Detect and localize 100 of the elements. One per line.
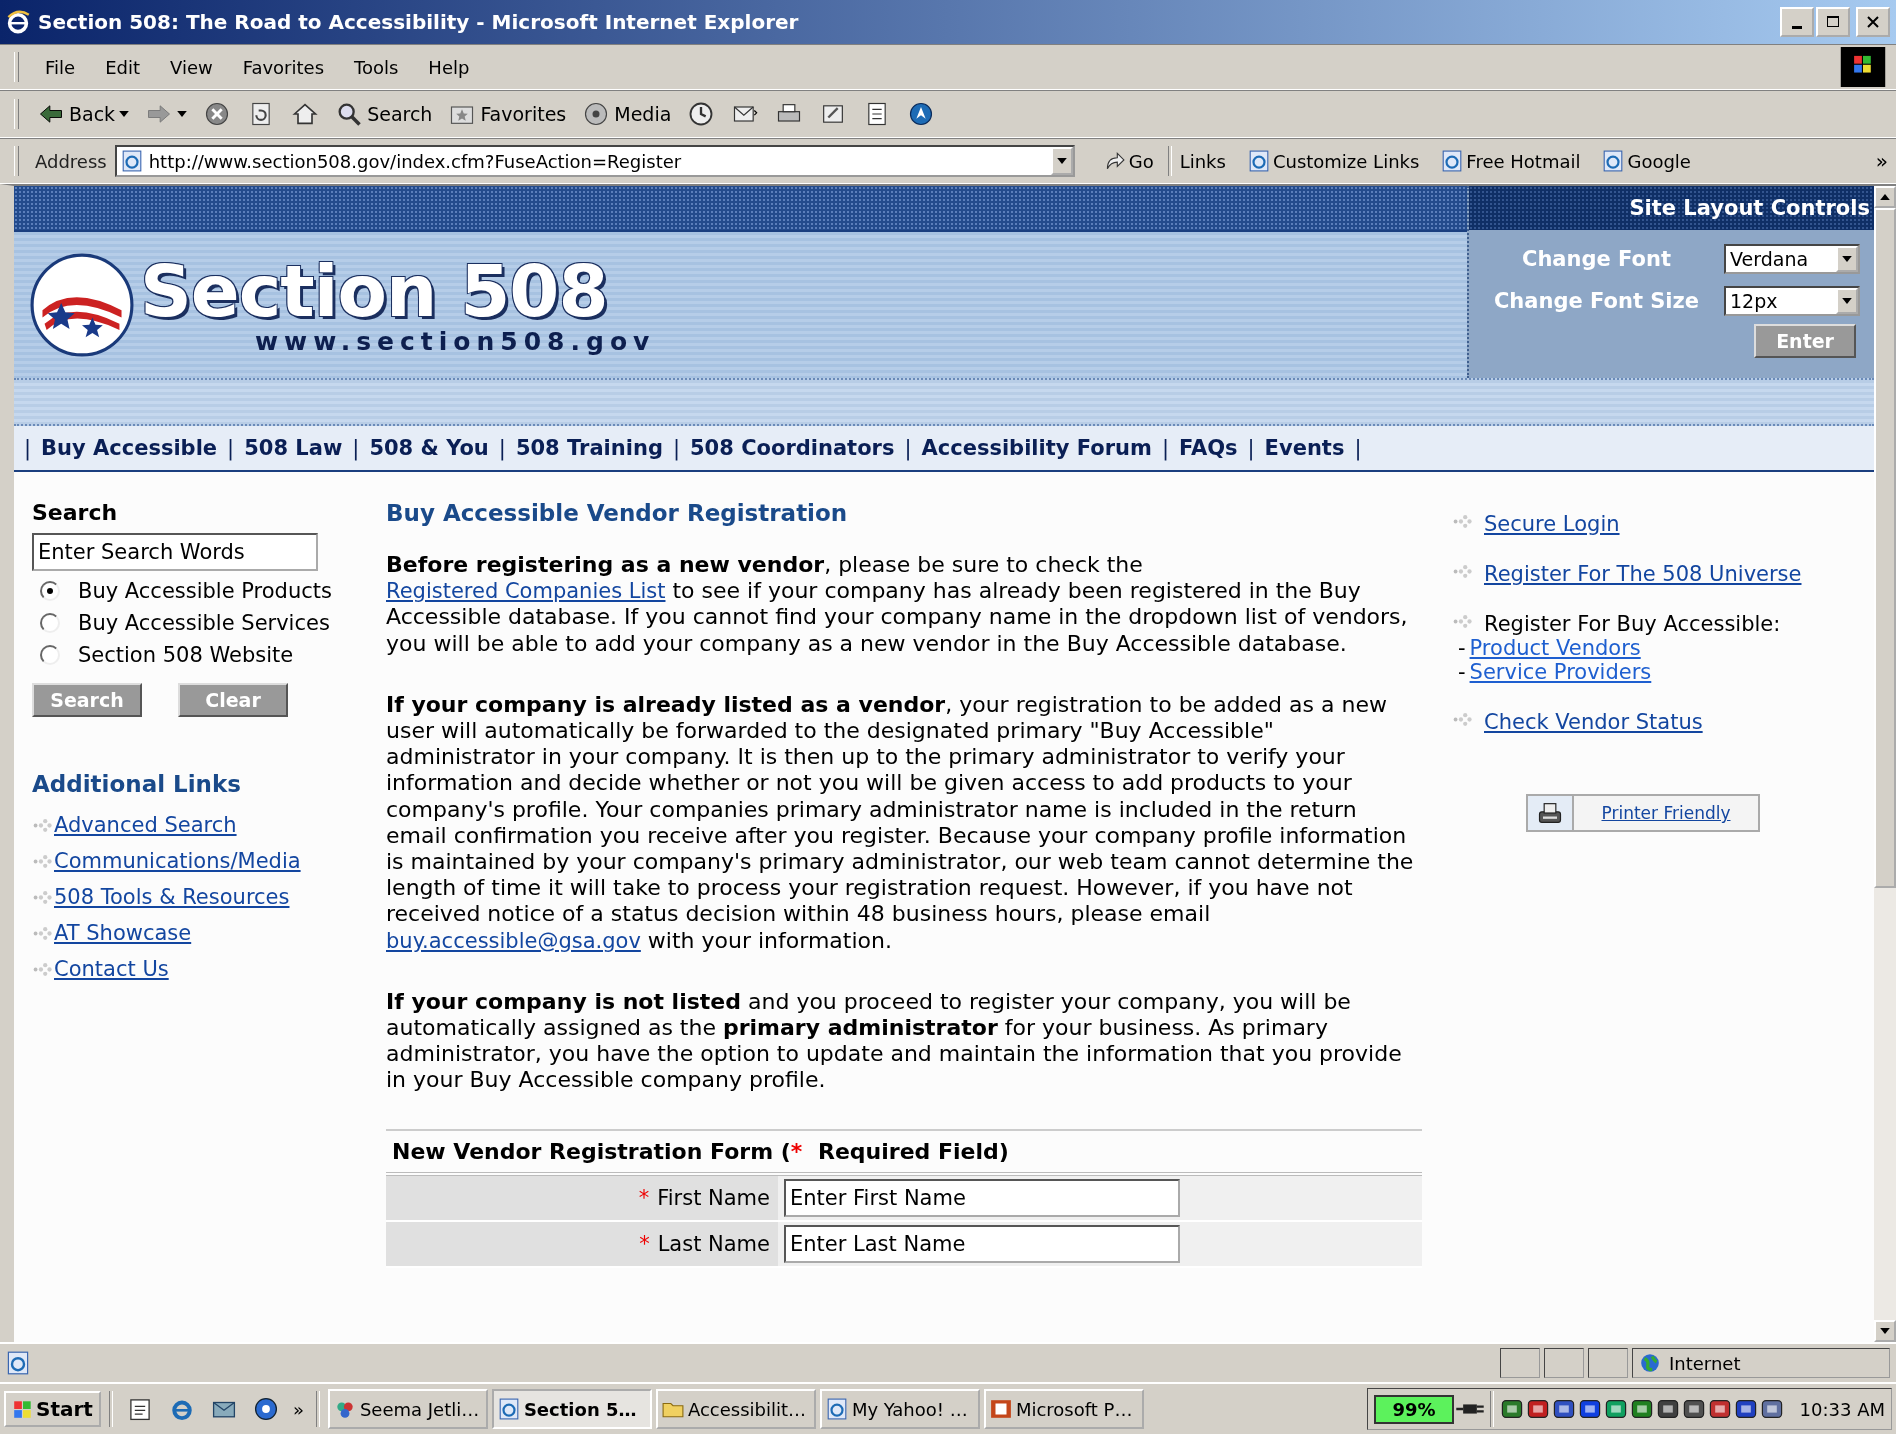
menu-item[interactable]: Edit <box>93 53 152 81</box>
nav-link[interactable]: 508 Coordinators <box>690 436 895 460</box>
separator: | <box>352 436 360 460</box>
side-link[interactable]: Secure Login <box>1484 512 1620 536</box>
text-field[interactable]: Enter First Name <box>784 1178 1180 1217</box>
taskbar-button[interactable]: Accessibilit… <box>655 1389 816 1429</box>
go-button[interactable]: Go <box>1096 150 1160 172</box>
bullet-icon <box>1452 514 1472 529</box>
side-link[interactable]: Product Vendors <box>1469 636 1641 660</box>
inline-link[interactable]: Registered Companies List <box>386 579 666 604</box>
tray-icon[interactable] <box>1733 1397 1758 1421</box>
side-link[interactable]: Service Providers <box>1469 660 1652 684</box>
dropdown-button[interactable] <box>1050 147 1073 175</box>
favorites-button[interactable]: Favorites <box>442 98 573 130</box>
media-button[interactable]: Media <box>576 98 678 130</box>
bullet-icon <box>32 889 52 905</box>
search-button[interactable]: Search <box>329 98 439 130</box>
nav-link[interactable]: Events <box>1264 436 1345 460</box>
taskbar-button[interactable]: Section 5… <box>491 1389 652 1429</box>
nav-link[interactable]: 508 Law <box>244 436 343 460</box>
nav-link[interactable]: 508 Training <box>515 436 663 460</box>
nav-link[interactable]: Buy Accessible <box>41 436 218 460</box>
menu-item[interactable]: Tools <box>342 53 411 81</box>
bullet-icon <box>1452 564 1472 579</box>
bullet-icon <box>32 817 52 833</box>
tray-icon[interactable] <box>1655 1397 1680 1421</box>
paragraph: If your company is not listed and you proceed to register your company, you will be automatically assigned as the primary administrator for your business. As primary administrator, you have the option to update and maintain the information that you provide in your Buy Accessible company profile. <box>386 988 1403 1094</box>
caret-icon <box>1842 256 1852 262</box>
radio-button[interactable] <box>40 581 60 601</box>
nav-link[interactable]: FAQs <box>1179 436 1238 460</box>
radio-option[interactable]: Section 508 Website <box>32 643 370 667</box>
required-mark: * <box>638 1185 650 1210</box>
dropdown-button[interactable] <box>1836 288 1858 314</box>
links-bar-item[interactable]: Customize Links <box>1247 150 1420 172</box>
dropdown-value: Verdana <box>1730 248 1809 270</box>
side-link[interactable]: Check Vendor Status <box>1484 710 1703 734</box>
tray-icon[interactable] <box>1525 1397 1550 1421</box>
caret-icon <box>119 111 130 117</box>
menu-item[interactable]: Help <box>416 53 482 81</box>
bullet-icon <box>32 853 52 869</box>
taskbar-button[interactable]: Seema Jetli… <box>327 1389 488 1429</box>
bullet-icon <box>1452 712 1472 727</box>
tray-icon[interactable] <box>1551 1397 1576 1421</box>
vertical-scrollbar[interactable] <box>1874 186 1896 1342</box>
tray-icon[interactable] <box>1707 1397 1732 1421</box>
nav-link[interactable]: Accessibility Forum <box>921 436 1152 460</box>
radio-option[interactable]: Buy Accessible Services <box>32 611 370 635</box>
close-button[interactable] <box>1856 7 1890 37</box>
scrollbar-thumb[interactable] <box>1874 208 1896 888</box>
back-button[interactable]: Back <box>31 98 136 130</box>
sidebar-link[interactable]: AT Showcase <box>54 921 192 945</box>
sidebar-link[interactable]: Contact Us <box>54 957 169 981</box>
tray-icon[interactable] <box>1499 1397 1524 1421</box>
tray-icon[interactable] <box>1629 1397 1654 1421</box>
menu-item[interactable]: Favorites <box>230 53 336 81</box>
menu-item[interactable]: View <box>158 53 225 81</box>
scroll-down-button[interactable] <box>1874 1320 1896 1342</box>
clock: 10:33 AM <box>1799 1398 1885 1420</box>
separator: | <box>904 436 912 460</box>
radio-button[interactable] <box>40 645 60 665</box>
inline-link[interactable]: buy.accessible@gsa.gov <box>386 928 641 953</box>
taskbar-button[interactable]: Microsoft P… <box>983 1389 1144 1429</box>
font-size-dropdown[interactable]: 12px <box>1724 286 1860 316</box>
browser-page-icon <box>1602 150 1625 172</box>
printer-friendly-button[interactable]: Printer Friendly <box>1526 794 1760 832</box>
text-field[interactable]: Enter Last Name <box>784 1224 1180 1263</box>
side-link[interactable]: Register For The 508 Universe <box>1484 562 1802 586</box>
minimize-button[interactable] <box>1780 7 1814 37</box>
address-field[interactable]: http://www.section508.gov/index.cfm?FuseAction=Register <box>114 145 1075 177</box>
links-label: Links <box>1179 150 1226 172</box>
dropdown-button[interactable] <box>1836 246 1858 272</box>
menu-item[interactable]: File <box>33 53 88 81</box>
sidebar-link[interactable]: Communications/Media <box>54 849 301 873</box>
sidebar-link[interactable]: Advanced Search <box>54 813 237 837</box>
separator: | <box>227 436 235 460</box>
group-label: Register For Buy Accessible: <box>1484 612 1781 636</box>
links-bar-item[interactable]: Free Hotmail <box>1441 150 1581 172</box>
search-heading: Search <box>32 500 119 525</box>
scroll-up-button[interactable] <box>1874 186 1896 208</box>
radio-button[interactable] <box>40 613 60 633</box>
radio-option[interactable]: Buy Accessible Products <box>32 579 370 603</box>
tray-icon[interactable] <box>1577 1397 1602 1421</box>
font-dropdown[interactable]: Verdana <box>1724 244 1860 274</box>
more-links-button[interactable]: » <box>1875 149 1888 173</box>
links-bar-item[interactable]: Google <box>1602 150 1691 172</box>
close-icon <box>1866 15 1880 29</box>
tray-icon[interactable] <box>1603 1397 1628 1421</box>
start-button[interactable]: Start <box>4 1391 101 1427</box>
taskbar-button[interactable]: My Yahoo! … <box>819 1389 980 1429</box>
more-button[interactable]: » <box>288 1398 308 1420</box>
field-label: First Name <box>657 1185 770 1210</box>
search-field[interactable]: Enter Search Words <box>32 533 318 571</box>
maximize-button[interactable] <box>1816 7 1850 37</box>
caret-icon <box>1842 298 1852 304</box>
nav-link[interactable]: 508 & You <box>369 436 489 460</box>
sidebar-link[interactable]: 508 Tools & Resources <box>54 885 290 909</box>
tray-icon[interactable] <box>1681 1397 1706 1421</box>
paragraph: If your company is already listed as a vendor, your registration to be added as a new user will automatically be forwarded to the designated primary "Buy Accessible" administrator in your company. It is then up to the primary administrator to verify your information and decide whether or not you will be given access to add products to your company's profile. Your companies primary administrator name is included in the return email confirmation you receive after you register. Because your company profile information is maintained by your company's primary administrator, our web team cannot determine the length of time it will take to process your registration request. However, if you have not received notice of a status decision within 48 business hours, please email buy.accessible@gsa.gov with your information. <box>386 691 1415 954</box>
tray-icon[interactable] <box>1759 1397 1784 1421</box>
browser-page-icon <box>1441 150 1464 172</box>
